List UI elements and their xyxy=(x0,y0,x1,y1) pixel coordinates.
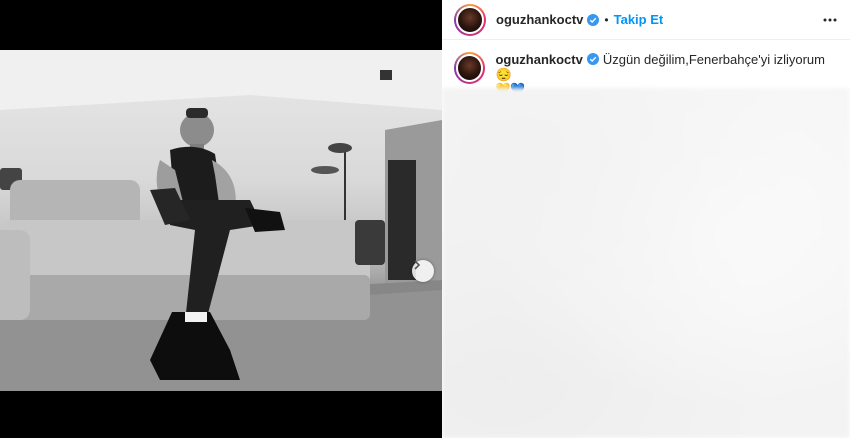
caption-row: oguzhankoctv Üzgün değilim,Fenerbahçe'yi … xyxy=(442,40,850,96)
post-photo[interactable] xyxy=(0,50,442,391)
caption-avatar[interactable] xyxy=(454,52,486,84)
post-media xyxy=(0,0,442,438)
blurred-comments-area xyxy=(442,88,850,438)
verified-badge-icon xyxy=(587,13,600,26)
photo-illustration xyxy=(0,50,442,391)
post-header: oguzhankoctv • Takip Et xyxy=(442,0,850,40)
separator-dot: • xyxy=(604,12,609,27)
caption: oguzhankoctv Üzgün değilim,Fenerbahçe'yi … xyxy=(495,52,838,96)
avatar[interactable] xyxy=(454,3,486,36)
post-sidebar: oguzhankoctv • Takip Et oguzhankoctv Üzgü… xyxy=(442,0,850,438)
next-photo-button[interactable] xyxy=(412,260,434,282)
more-options-icon[interactable] xyxy=(822,12,838,33)
follow-button[interactable]: Takip Et xyxy=(614,12,664,27)
verified-badge-icon xyxy=(586,53,599,65)
header-username[interactable]: oguzhankoctv xyxy=(496,12,583,27)
caption-username[interactable]: oguzhankoctv xyxy=(495,52,582,67)
instagram-post: oguzhankoctv • Takip Et oguzhankoctv Üzgü… xyxy=(0,0,850,438)
chevron-right-icon xyxy=(414,260,421,270)
